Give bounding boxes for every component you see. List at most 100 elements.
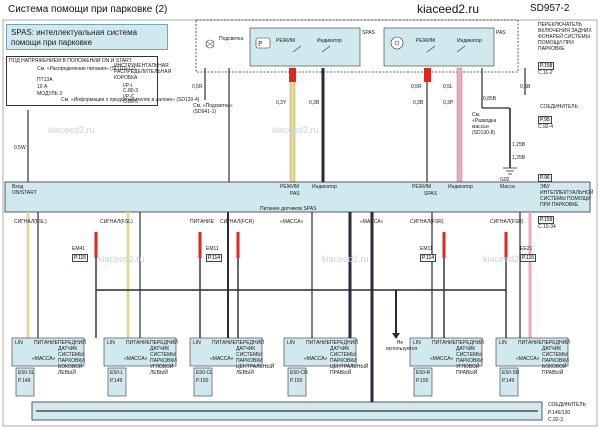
ground-dash-ref: См. «Разводка массы» (SD130-8)	[472, 112, 497, 136]
wire-label: 0,5R	[411, 84, 422, 90]
mid-ref: P.114	[206, 254, 223, 262]
module-power-label: ПИТАНИЕ	[212, 340, 236, 346]
wire-spas-indicator	[456, 67, 463, 183]
conn-c-ref: C.80-5	[123, 99, 139, 105]
mid-ref-id: EM11	[206, 246, 219, 252]
connector-ref: P.95	[538, 116, 552, 124]
fuse-name: ПТ13А	[37, 77, 53, 83]
wire-label: 0,3B	[413, 100, 424, 106]
info-line-2: помощи при парковке	[11, 38, 93, 47]
module-ref: P.150	[196, 378, 209, 384]
module-name: ПЕРЕДНИЙ ДАТЧИК СИСТЕМЫ ПАРКОВКИ ЦЕНТРАЛ…	[236, 340, 275, 376]
module-id: E50-R	[416, 370, 431, 376]
module-mass-label: «МАССА»	[32, 356, 56, 362]
signal-label: «МАССА»	[360, 219, 384, 225]
switch-indicator-1: Индикатор	[317, 38, 342, 44]
module-lin-label: LIN	[499, 340, 507, 346]
ecu-input-label: Вход ON/START	[12, 184, 37, 196]
module-ref: P.150	[416, 378, 429, 384]
module-lin-label: LIN	[107, 340, 115, 346]
switch-mode-1: РЕЖИМ	[276, 38, 296, 44]
wire-label: 0,3Р	[443, 100, 454, 106]
module-mass-label: «МАССА»	[430, 356, 454, 362]
mid-ref: P.115	[520, 254, 537, 262]
info-line-1: SPAS: интеллектуальная система	[11, 28, 138, 37]
steering-icon	[390, 36, 404, 50]
module-name: ПЕРЕДНИЙ ДАТЧИК СИСТЕМЫ ПАРКОВКИ ЦЕНТРАЛ…	[330, 340, 369, 376]
unit-ref: P.159	[538, 216, 555, 224]
ecu-mass: Масса	[500, 184, 515, 190]
bottom-ref-1: P.146/130	[548, 410, 571, 416]
wire-label: 0,5R	[192, 84, 203, 90]
unit-note: ЭБУ ИНТЕЛЛЕКТУАЛЬНОЙ СИСТЕМЫ ПОМОЩИ ПРИ …	[540, 184, 594, 208]
module-lin-label: LIN	[287, 340, 295, 346]
watermark: kiaceed2.ru	[98, 254, 145, 264]
signal-label: СИГНАЛ(FSL)	[100, 219, 133, 225]
signal-label: СИГНАЛ(FSL)	[14, 219, 47, 225]
ground-page: P.96	[538, 174, 552, 182]
module-id: E50-L	[110, 370, 124, 376]
modules-row	[11, 337, 569, 397]
mid-ref-id: EE21	[520, 246, 533, 252]
module-name: ПЕРЕДНИЙ ДАТЧИК СИСТЕМЫ ПАРКОВКИ УГЛОВОЙ…	[150, 340, 178, 376]
module-mass-label: «МАССА»	[516, 356, 540, 362]
signal-label: СИГНАЛ(FCR)	[220, 219, 254, 225]
wire-label: 0,3Y	[276, 100, 287, 106]
module-id: E50-CL	[196, 370, 213, 376]
lower-wires	[26, 212, 532, 404]
module-power-label: ПИТАНИЕ	[306, 340, 330, 346]
module-mass-label: «МАССА»	[304, 356, 328, 362]
ecu-indicator-1: Индикатор	[312, 184, 337, 190]
wire-label: 1,25B	[512, 155, 526, 161]
module-name: ПЕРЕДНИЙ ДАТЧИК СИСТЕМЫ ПАРКОВКИ УГЛОВОЙ…	[456, 340, 484, 376]
ground-ref: G02	[500, 177, 510, 183]
info-box: SPAS: интеллектуальная система помощи пр…	[6, 24, 168, 50]
not-used-label: Не используется	[386, 340, 417, 352]
module-ref: P.149	[110, 378, 123, 384]
wire-spas-red	[424, 68, 431, 82]
bottom-ref-2: C.92-3	[548, 417, 564, 423]
ecu-indicator-2: Индикатор	[448, 184, 473, 190]
ecu-mode-2: РЕЖИМ	[412, 184, 432, 190]
module-lin-label: LIN	[193, 340, 201, 346]
mid-ref-id: EM11	[420, 246, 433, 252]
mid-ref-id: EM41	[72, 246, 86, 252]
bottom-connector-title: СОЕДИНИТЕЛЬ	[548, 402, 586, 408]
switch-pas-label: PAS	[496, 30, 506, 36]
module-ref: P.149	[18, 378, 31, 384]
module-lin-label: LIN	[413, 340, 421, 346]
module-power-label: ПИТАНИЕ	[126, 340, 150, 346]
power-box: ПОД НАПРЯЖЕНИЕМ В ПОЛОЖЕНИИ ON И START С…	[6, 56, 199, 106]
arrow-icon	[392, 333, 400, 339]
wire-label: 0,85B	[483, 96, 497, 102]
fuse-value: 10 А	[37, 84, 48, 90]
svg-text:P: P	[258, 40, 262, 48]
connector-title: СОЕДИНИТЕЛЬ	[540, 104, 578, 110]
wiring-diagram: Система помощи при парковке (2) kiaceed2…	[0, 0, 600, 428]
module-power-label: ПИТАНИЕ	[518, 340, 542, 346]
switch-spas-label: SPAS	[362, 30, 375, 36]
watermark: kiaceed2.ru	[322, 254, 369, 264]
light-label: Подсветка	[219, 36, 244, 42]
module-mass-label: «МАССА»	[210, 356, 234, 362]
ecu-mode-1: РЕЖИМ	[280, 184, 300, 190]
module-lin-label: LIN	[15, 340, 23, 346]
switch-note: ПЕРЕКЛЮЧАТЕЛЬ ВКЛЮЧЕНИЯ ЗАДНИХ ФОНАРЕЙ С…	[538, 22, 592, 52]
switch-ref-m: P.158	[538, 62, 555, 70]
junction-box-label: ИНСТРУМЕНТАЛЬНАЯ РАСПРЕДЕЛИТЕЛЬНАЯ КОРОБ…	[114, 63, 172, 81]
module-power-label: ПИТАНИЕ	[432, 340, 456, 346]
signal-label: СИГНАЛ(FSR)	[410, 219, 444, 225]
wire-label: 0,5B	[520, 84, 531, 90]
module-mass-label: «МАССА»	[124, 356, 148, 362]
wire-label: 0,3B	[309, 100, 320, 106]
module-id: E50-SR	[502, 370, 520, 376]
module-ref: P.150	[290, 378, 303, 384]
fuse-module: МОДУЛЬ 3	[37, 91, 63, 97]
watermark: kiaceed2.ru	[272, 125, 319, 135]
ecu-pas: PAS	[290, 191, 300, 197]
module-ref: P.149	[502, 378, 515, 384]
module-name: ПЕРЕДНИЙ ДАТЧИК СИСТЕМЫ ПАРКОВКИ БОКОВОЙ…	[542, 340, 570, 376]
module-power-label: ПИТАНИЕ	[34, 340, 58, 346]
module-id: E50-CR	[290, 370, 308, 376]
watermark: kiaceed2.ru	[48, 125, 95, 135]
